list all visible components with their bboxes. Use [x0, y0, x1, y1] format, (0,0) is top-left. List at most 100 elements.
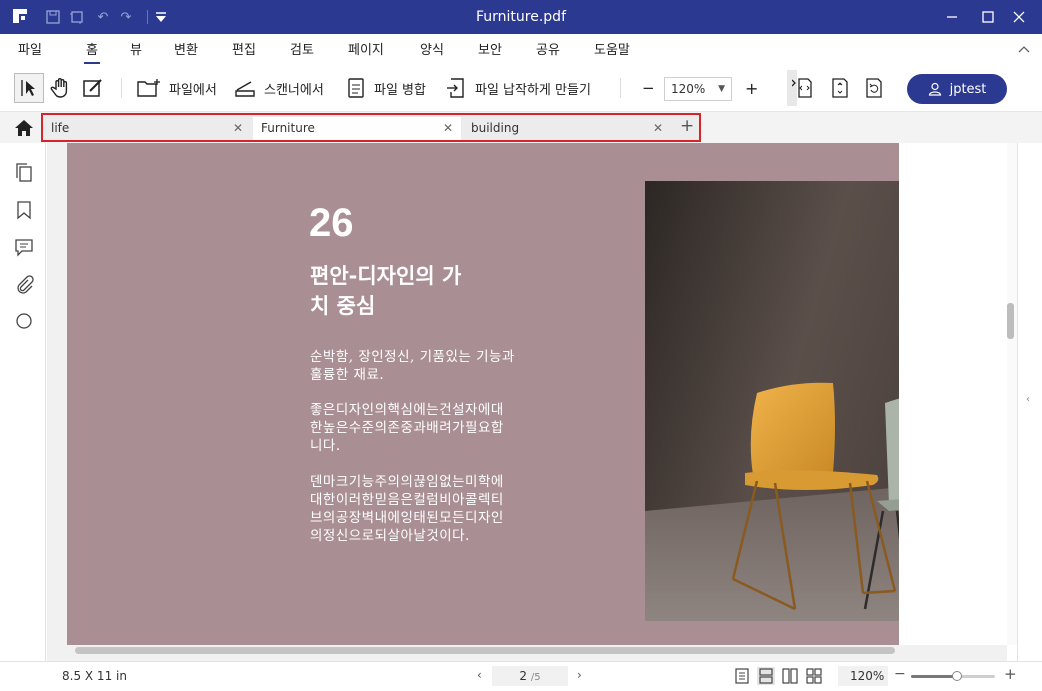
edit-icon — [83, 79, 102, 97]
horizontal-scrollbar[interactable] — [75, 647, 895, 654]
rotate-page-button[interactable] — [863, 76, 885, 100]
close-icon[interactable]: ✕ — [653, 117, 663, 140]
next-page-button[interactable]: › — [577, 668, 582, 682]
menu-page[interactable]: 페이지 — [348, 39, 384, 58]
tab-label: Furniture — [261, 121, 315, 135]
flatten-file-button[interactable]: 파일 납작하게 만들기 — [445, 76, 591, 100]
fit-width-icon — [792, 78, 812, 98]
user-account-button[interactable]: jptest — [907, 74, 1007, 104]
zoom-in-button[interactable]: + — [745, 76, 758, 100]
flatten-file-label: 파일 납작하게 만들기 — [475, 82, 591, 98]
tab-furniture[interactable]: Furniture ✕ — [253, 117, 461, 140]
page-margin — [899, 143, 1007, 645]
from-file-button[interactable]: 파일에서 — [137, 76, 217, 100]
close-icon[interactable]: ✕ — [233, 117, 243, 140]
current-page: 2 — [519, 669, 528, 683]
scanner-icon — [235, 81, 255, 97]
status-bar: 8.5 X 11 in ‹ 2 /5 › 120% − + — [0, 661, 1042, 691]
vertical-scrollbar-thumb[interactable] — [1007, 303, 1014, 339]
text-line: 훌륭한 재료. — [310, 367, 385, 383]
menu-review[interactable]: 검토 — [290, 39, 314, 58]
page-size-label: 8.5 X 11 in — [62, 669, 127, 683]
user-icon — [928, 82, 941, 96]
menu-edit[interactable]: 편집 — [232, 39, 256, 58]
menu-share[interactable]: 공유 — [536, 39, 560, 58]
from-scanner-button[interactable]: 스캔너에서 — [234, 76, 324, 100]
close-window-button[interactable] — [1002, 0, 1036, 34]
menu-security[interactable]: 보안 — [478, 39, 502, 58]
search-icon[interactable] — [14, 311, 34, 331]
page-number-heading: 26 — [309, 201, 354, 245]
zoom-slider[interactable] — [911, 671, 995, 681]
paragraph-1: 순박함, 장인정신, 기품있는 기능과 훌륭한 재료. — [310, 348, 572, 384]
menu-bar: 파일 홈 뷰 변환 편집 검토 페이지 양식 보안 공유 도움말 — [0, 34, 1042, 64]
comment-icon[interactable] — [14, 237, 34, 257]
fit-page-button[interactable] — [829, 76, 851, 100]
left-sidebar — [0, 143, 46, 661]
page-number-input[interactable]: 2 /5 — [492, 666, 568, 686]
menu-form[interactable]: 양식 — [420, 39, 444, 58]
from-scanner-label: 스캔너에서 — [264, 82, 324, 98]
home-icon[interactable] — [14, 118, 34, 138]
previous-page-button[interactable]: ‹ — [477, 668, 482, 682]
pages-icon[interactable] — [14, 163, 34, 183]
text-line: 대한이러한믿음은컬럼비아콜렉티 — [310, 492, 504, 508]
page-heading: 편안-디자인의 가 치 중심 — [310, 261, 510, 321]
tab-life[interactable]: life ✕ — [43, 117, 251, 140]
text-line: 순박함, 장인정신, 기품있는 기능과 — [310, 349, 515, 365]
zoom-select[interactable]: 120% ▼ — [664, 77, 732, 101]
tab-label: life — [51, 121, 70, 135]
text-line: 좋은디자인의핵심에는건설자에대 — [310, 402, 504, 418]
title-bar: ↶ ↷ Furniture.pdf — [0, 0, 1042, 34]
two-page-view-icon[interactable] — [781, 667, 799, 685]
window-title: Furniture.pdf — [475, 9, 566, 25]
single-page-view-icon[interactable] — [733, 667, 751, 685]
tab-label: building — [471, 121, 520, 135]
collapse-ribbon-icon[interactable] — [1018, 42, 1030, 56]
menu-file[interactable]: 파일 — [18, 39, 42, 58]
continuous-view-icon[interactable] — [757, 667, 775, 685]
document-tabs-row: life ✕ Furniture ✕ building ✕ + — [0, 112, 1042, 143]
hand-icon — [50, 78, 68, 98]
document-viewport[interactable]: 26 편안-디자인의 가 치 중심 순박함, 장인정신, 기품있는 기능과 훌륭… — [47, 143, 1007, 661]
heading-line: 편안-디자인의 가 — [310, 264, 462, 288]
edit-tool-button[interactable] — [82, 76, 104, 100]
document-icon — [348, 78, 364, 98]
bookmark-icon[interactable] — [14, 200, 34, 220]
status-zoom-out-button[interactable]: − — [894, 666, 906, 682]
minimize-button[interactable] — [935, 0, 969, 34]
tab-building[interactable]: building ✕ — [463, 117, 671, 140]
total-pages: /5 — [530, 672, 541, 683]
add-tab-button[interactable]: + — [680, 116, 694, 136]
menu-view[interactable]: 뷰 — [130, 39, 142, 58]
zoom-slider-handle[interactable] — [952, 671, 963, 681]
fit-width-button[interactable] — [792, 76, 814, 100]
attachment-icon[interactable] — [14, 274, 34, 294]
menu-help[interactable]: 도움말 — [594, 39, 630, 58]
menu-home[interactable]: 홈 — [84, 39, 100, 64]
vertical-scrollbar-track[interactable] — [1007, 143, 1017, 645]
grid-view-icon[interactable] — [805, 667, 823, 685]
fit-page-icon — [832, 78, 848, 98]
chevron-down-icon: ▼ — [718, 84, 725, 94]
menu-convert[interactable]: 변환 — [174, 39, 198, 58]
pdf-page: 26 편안-디자인의 가 치 중심 순박함, 장인정신, 기품있는 기능과 훌륭… — [67, 143, 967, 645]
text-line: 니다. — [310, 438, 341, 454]
text-line: 의정신으로되살아날것이다. — [310, 528, 470, 544]
zoom-out-button[interactable]: − — [642, 76, 655, 100]
select-tool-button[interactable] — [14, 73, 44, 103]
heading-line: 치 중심 — [310, 294, 376, 318]
text-line: 한높은수준의존중과배려가필요합 — [310, 420, 504, 436]
cursor-icon — [21, 80, 35, 96]
maximize-button[interactable] — [971, 0, 1005, 34]
merge-files-button[interactable]: 파일 병합 — [346, 76, 426, 100]
zoom-slider-fill — [911, 675, 958, 678]
hand-tool-button[interactable] — [50, 76, 72, 100]
user-name: jptest — [949, 81, 987, 97]
status-zoom-value[interactable]: 120% — [838, 666, 888, 686]
expand-right-panel-icon[interactable]: ‹ — [1026, 394, 1030, 405]
close-icon[interactable]: ✕ — [443, 117, 453, 140]
status-zoom-in-button[interactable]: + — [1004, 665, 1017, 683]
toolbar-separator — [620, 78, 621, 98]
folder-add-icon — [137, 79, 160, 97]
